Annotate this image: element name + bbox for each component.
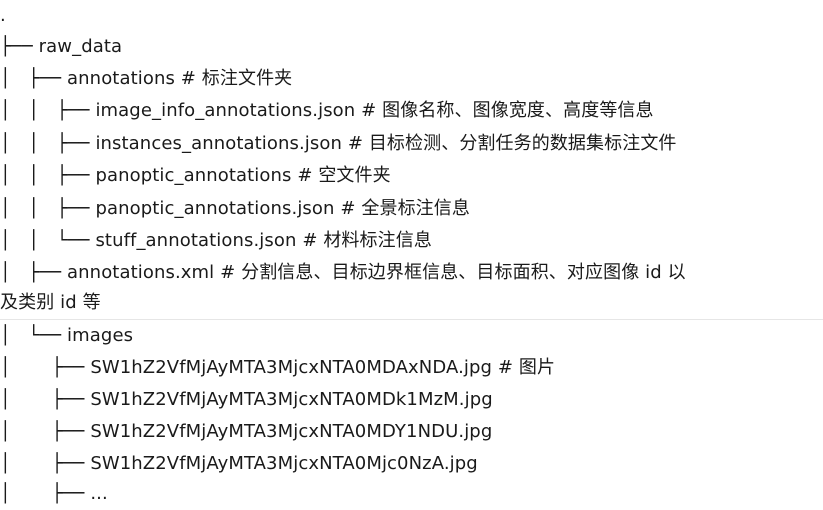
folder-name: panoptic_annotations	[95, 165, 292, 186]
ellipsis-text: ...	[90, 483, 108, 504]
tree-branch: │ ├──	[0, 389, 91, 410]
comment-text: # 图片	[497, 357, 556, 378]
tree-branch: │ ├──	[0, 68, 68, 89]
tree-line-continuation: 及类别 id 等	[0, 287, 101, 319]
tree-line: │ ├── annotations # 标注文件夹	[0, 63, 292, 95]
comment-text-continued: 及类别 id 等	[0, 292, 101, 313]
tree-line: │ ├── annotations.xml # 分割信息、目标边界框信息、目标面…	[0, 257, 686, 289]
comment-text: # 分割信息、目标边界框信息、目标面积、对应图像 id 以	[220, 262, 686, 283]
tree-line: │ │ └── stuff_annotations.json # 材料标注信息	[0, 225, 432, 257]
comment-text: # 标注文件夹	[180, 68, 293, 89]
tree-branch: │ │ ├──	[0, 100, 96, 121]
directory-tree: . ├── raw_data │ ├── annotations # 标注文件夹…	[0, 0, 823, 510]
tree-line: │ ├── SW1hZ2VfMjAyMTA3MjcxNTA0MDAxNDA.jp…	[0, 352, 555, 384]
tree-branch: │ ├──	[0, 421, 91, 442]
tree-line: │ ├── ...	[0, 478, 108, 510]
file-name: SW1hZ2VfMjAyMTA3MjcxNTA0MDY1NDU.jpg	[90, 421, 493, 442]
tree-branch: │ │ └──	[0, 230, 96, 251]
tree-branch: │ │ ├──	[0, 198, 96, 219]
comment-text: # 空文件夹	[297, 165, 391, 186]
tree-branch: │ ├──	[0, 453, 91, 474]
tree-branch: │ └──	[0, 325, 68, 346]
tree-root: .	[0, 0, 6, 32]
tree-branch: │ │ ├──	[0, 165, 96, 186]
tree-branch: │ ├──	[0, 483, 91, 504]
file-name: stuff_annotations.json	[95, 230, 297, 251]
comment-text: # 目标检测、分割任务的数据集标注文件	[347, 133, 677, 154]
tree-branch: │ │ ├──	[0, 133, 96, 154]
file-name: instances_annotations.json	[95, 133, 342, 154]
tree-branch: │ ├──	[0, 357, 91, 378]
tree-branch: │ ├──	[0, 262, 68, 283]
folder-name: annotations	[67, 68, 175, 89]
tree-line: │ ├── SW1hZ2VfMjAyMTA3MjcxNTA0MDk1MzM.jp…	[0, 384, 493, 416]
tree-line: ├── raw_data	[0, 31, 122, 63]
comment-text: # 图像名称、图像宽度、高度等信息	[361, 100, 654, 121]
folder-name: raw_data	[38, 36, 123, 57]
comment-text: # 全景标注信息	[340, 198, 470, 219]
tree-line: │ │ ├── panoptic_annotations # 空文件夹	[0, 160, 391, 192]
file-name: SW1hZ2VfMjAyMTA3MjcxNTA0MDAxNDA.jpg	[90, 357, 493, 378]
folder-name: images	[67, 325, 134, 346]
tree-branch: ├──	[0, 36, 39, 57]
tree-line: │ │ ├── panoptic_annotations.json # 全景标注…	[0, 193, 470, 225]
file-name: SW1hZ2VfMjAyMTA3MjcxNTA0Mjc0NzA.jpg	[90, 453, 478, 474]
file-name: image_info_annotations.json	[95, 100, 356, 121]
tree-line: │ ├── SW1hZ2VfMjAyMTA3MjcxNTA0Mjc0NzA.jp…	[0, 448, 478, 480]
file-name: annotations.xml	[67, 262, 215, 283]
file-name: panoptic_annotations.json	[95, 198, 335, 219]
tree-line: │ │ ├── image_info_annotations.json # 图像…	[0, 95, 654, 127]
tree-line: │ ├── SW1hZ2VfMjAyMTA3MjcxNTA0MDY1NDU.jp…	[0, 416, 492, 448]
tree-line: │ │ ├── instances_annotations.json # 目标检…	[0, 128, 677, 160]
comment-text: # 材料标注信息	[302, 230, 432, 251]
tree-line: │ └── images	[0, 320, 133, 352]
root-dot: .	[0, 5, 6, 26]
file-name: SW1hZ2VfMjAyMTA3MjcxNTA0MDk1MzM.jpg	[90, 389, 493, 410]
